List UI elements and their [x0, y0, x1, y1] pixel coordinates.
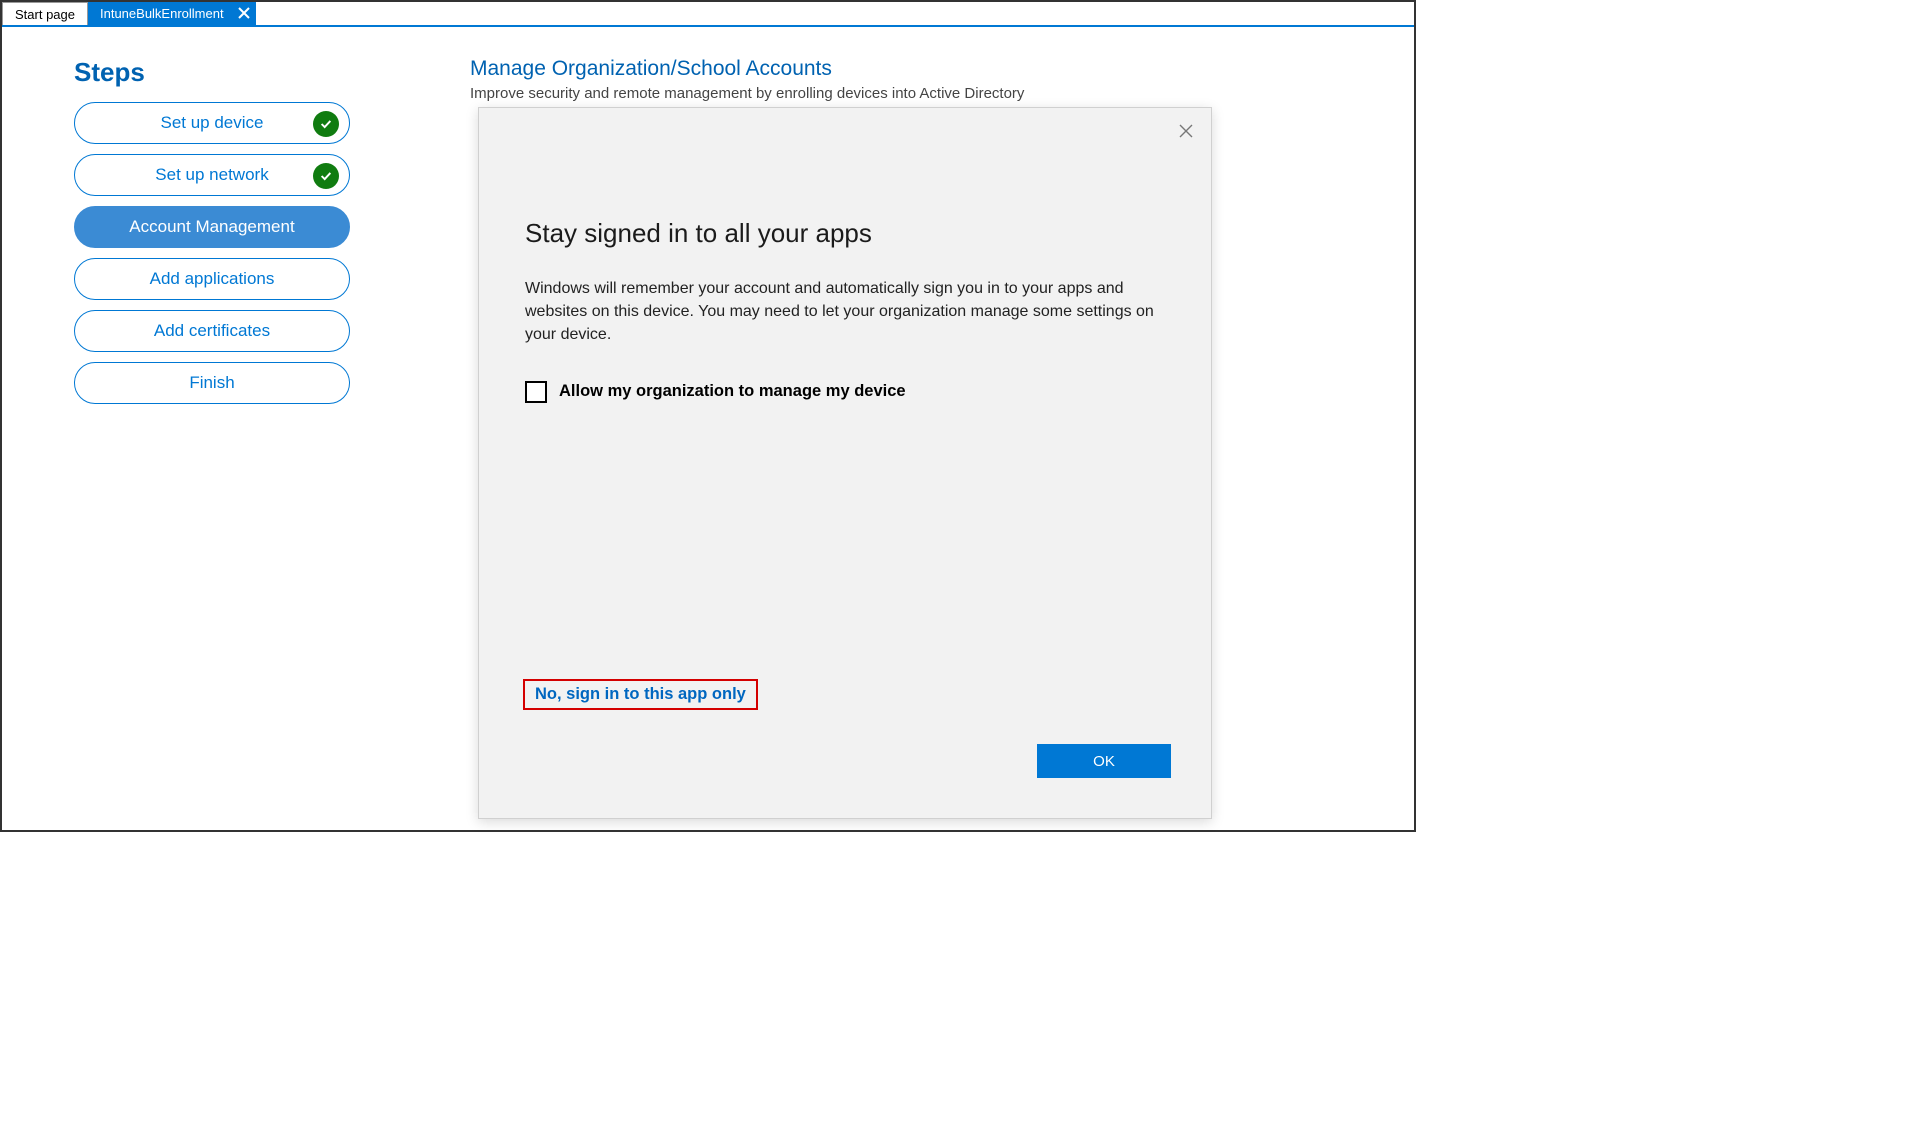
page-title: Manage Organization/School Accounts [470, 57, 1230, 81]
tab-bar: Start page IntuneBulkEnrollment [2, 2, 1414, 27]
page-subtitle: Improve security and remote management b… [470, 85, 1230, 102]
close-icon[interactable] [238, 6, 250, 22]
tab-intune-bulk-enrollment[interactable]: IntuneBulkEnrollment [88, 2, 256, 25]
step-finish[interactable]: Finish [74, 362, 350, 404]
step-label: Account Management [129, 217, 294, 237]
step-account-management[interactable]: Account Management [74, 206, 350, 248]
dialog-title: Stay signed in to all your apps [525, 218, 1165, 249]
step-label: Add certificates [154, 321, 270, 341]
ok-button[interactable]: OK [1037, 744, 1171, 778]
dialog-body-text: Windows will remember your account and a… [525, 277, 1165, 347]
step-setup-device[interactable]: Set up device [74, 102, 350, 144]
checkbox-label: Allow my organization to manage my devic… [559, 382, 906, 401]
step-label: Add applications [150, 269, 275, 289]
close-icon[interactable] [1177, 122, 1195, 140]
checkmark-icon [313, 163, 339, 189]
steps-heading: Steps [74, 57, 364, 88]
step-setup-network[interactable]: Set up network [74, 154, 350, 196]
step-label: Finish [189, 373, 234, 393]
checkbox-icon[interactable] [525, 381, 547, 403]
checkmark-icon [313, 111, 339, 137]
stay-signed-in-dialog: Stay signed in to all your apps Windows … [478, 107, 1212, 819]
sign-in-this-app-only-link[interactable]: No, sign in to this app only [523, 679, 758, 710]
step-label: Set up device [160, 113, 263, 133]
allow-manage-checkbox[interactable]: Allow my organization to manage my devic… [525, 381, 1165, 403]
step-add-applications[interactable]: Add applications [74, 258, 350, 300]
tab-label: IntuneBulkEnrollment [100, 6, 224, 21]
step-add-certificates[interactable]: Add certificates [74, 310, 350, 352]
tab-label: Start page [15, 7, 75, 22]
step-label: Set up network [155, 165, 268, 185]
steps-sidebar: Steps Set up device Set up network Accou… [74, 57, 364, 414]
tab-start-page[interactable]: Start page [2, 2, 88, 25]
